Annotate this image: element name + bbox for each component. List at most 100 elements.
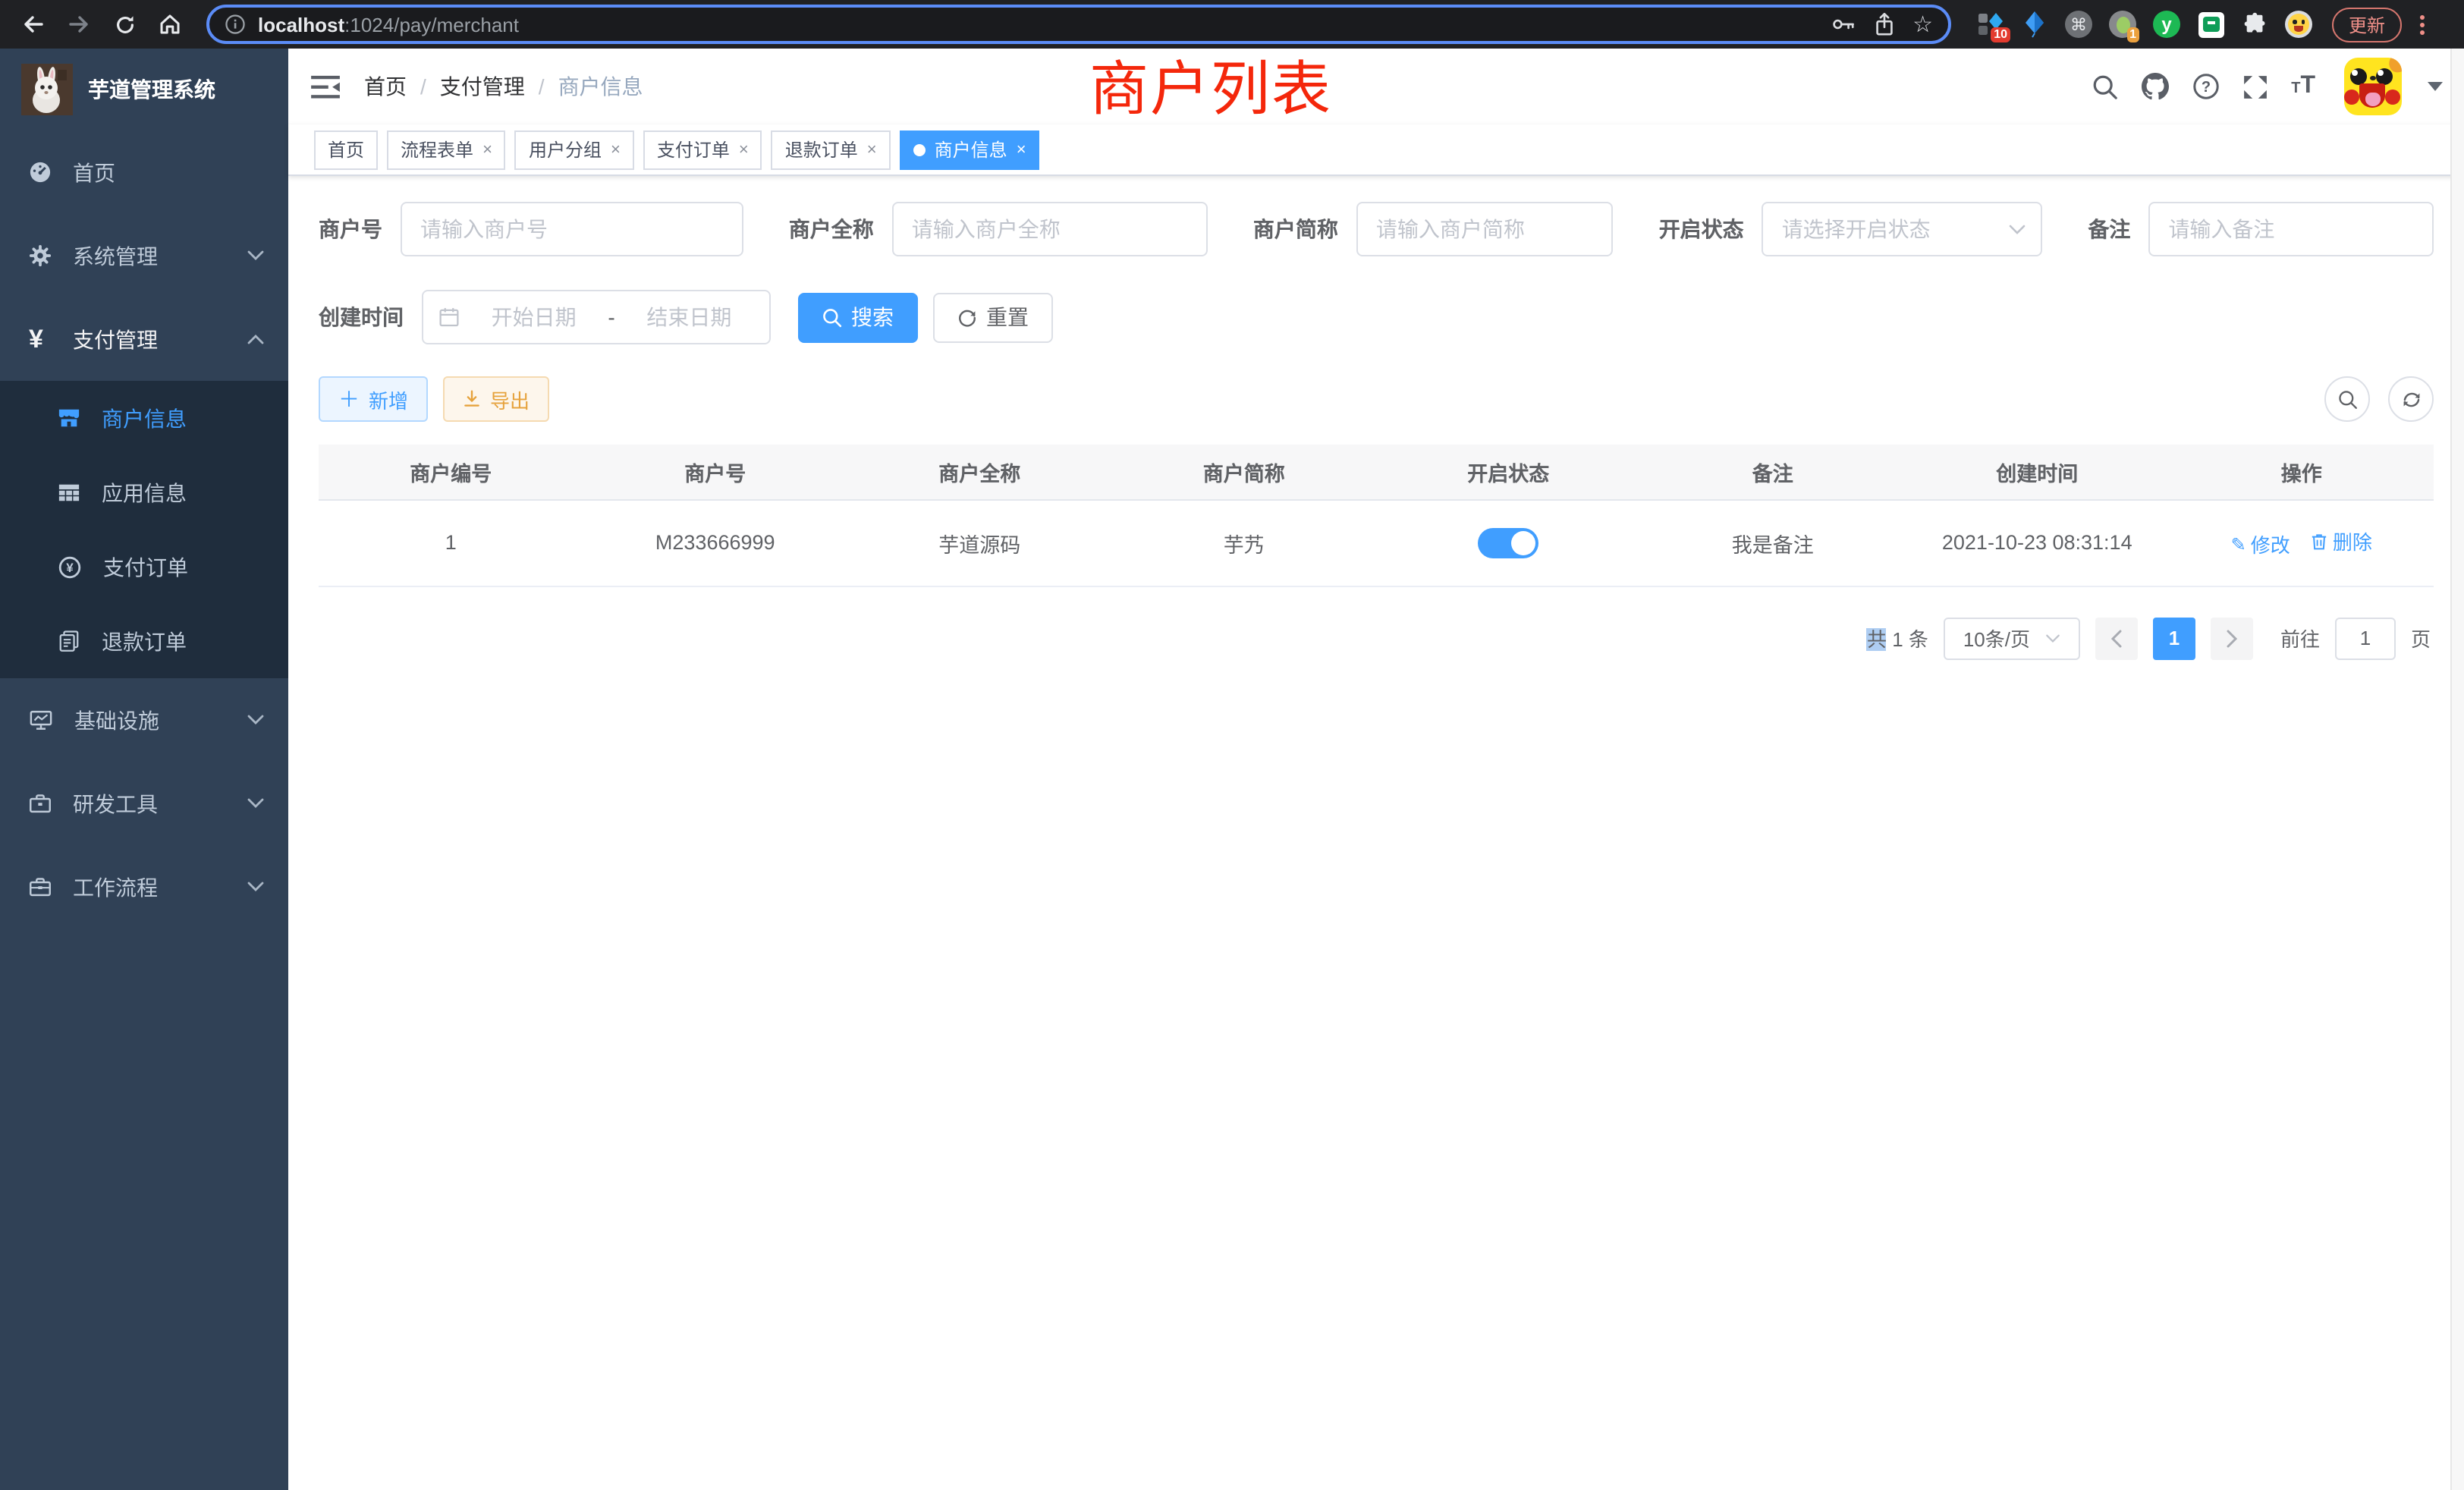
merchant-no-input[interactable] (401, 202, 743, 256)
browser-back-button[interactable] (15, 6, 52, 42)
next-page-button[interactable] (2211, 617, 2253, 659)
sidebar-item-pay[interactable]: ¥ 支付管理 (0, 297, 288, 381)
full-name-input[interactable] (892, 202, 1208, 256)
search-button[interactable]: 搜索 (798, 292, 918, 342)
breadcrumb-home[interactable]: 首页 (364, 71, 407, 102)
col-status: 开启状态 (1376, 445, 1641, 499)
extensions-puzzle-icon[interactable] (2239, 9, 2270, 39)
toolbox-icon (29, 792, 52, 815)
tags-view-bar: 首页 流程表单× 用户分组× 支付订单× 退款订单× 商户信息× (288, 124, 2464, 176)
address-bar[interactable]: localhost:1024/pay/merchant ☆ (206, 5, 1951, 44)
trash-icon (2312, 532, 2328, 550)
page-size-select[interactable]: 10条/页 (1944, 617, 2080, 659)
navbar-actions: ? TT (2092, 58, 2443, 115)
full-name-label: 商户全称 (789, 214, 874, 244)
add-button[interactable]: ＋ 新增 (319, 376, 428, 422)
reset-button[interactable]: 重置 (933, 292, 1053, 342)
sidebar-item-refund-order[interactable]: 退款订单 (0, 604, 288, 678)
font-size-icon[interactable]: TT (2291, 73, 2315, 100)
screen: localhost:1024/pay/merchant ☆ 10 ⌘ 1 (0, 0, 2464, 1490)
cell-merchant-no: M233666999 (583, 499, 848, 586)
browser-update-button[interactable]: 更新 (2332, 7, 2402, 42)
search-icon[interactable] (2092, 74, 2118, 99)
browser-reload-button[interactable] (106, 6, 143, 42)
refresh-table-button[interactable] (2388, 376, 2434, 422)
short-name-input[interactable] (1356, 202, 1614, 256)
chevron-down-icon (247, 250, 264, 261)
extension-kite-icon[interactable] (2019, 9, 2050, 39)
delete-link[interactable]: 删除 (2312, 527, 2372, 555)
annotation-merchant-list: 商户列表 (1089, 42, 1332, 127)
end-date-placeholder: 结束日期 (624, 302, 754, 332)
share-icon[interactable] (1873, 12, 1894, 36)
fullscreen-icon[interactable] (2242, 74, 2268, 99)
calendar-icon (438, 306, 460, 328)
close-icon[interactable]: × (867, 140, 877, 159)
tag-user-group[interactable]: 用户分组× (515, 130, 634, 169)
tag-refund-order[interactable]: 退款订单× (772, 130, 891, 169)
github-icon[interactable] (2141, 73, 2170, 100)
key-icon[interactable] (1831, 14, 1855, 35)
sidebar-item-merchant-info[interactable]: 商户信息 (0, 381, 288, 455)
status-select[interactable]: 请选择开启状态 (1762, 202, 2043, 256)
col-merchant-id: 商户编号 (319, 445, 583, 499)
browser-forward-button[interactable] (61, 6, 97, 42)
col-create-time: 创建时间 (1905, 445, 2170, 499)
sidebar-item-app-info[interactable]: 应用信息 (0, 455, 288, 530)
top-navbar: 首页 / 支付管理 / 商户信息 ? TT (288, 49, 2464, 124)
sidebar-item-home[interactable]: 首页 (0, 130, 288, 214)
chevron-up-icon (247, 334, 264, 344)
sidebar-item-pay-order[interactable]: ¥ 支付订单 (0, 530, 288, 604)
goto-page-input[interactable] (2335, 617, 2396, 659)
sidebar-logo[interactable]: 芋道管理系统 (0, 49, 288, 130)
user-avatar[interactable] (2344, 58, 2402, 115)
sidebar-menu: 首页 系统管理 ¥ 支付管理 商户信息 (0, 130, 288, 929)
sidebar-item-workflow[interactable]: 工作流程 (0, 845, 288, 929)
close-icon[interactable]: × (611, 140, 621, 159)
extension-recorder-icon[interactable]: 1 (2107, 9, 2138, 39)
breadcrumb: 首页 / 支付管理 / 商户信息 (364, 71, 643, 102)
chevron-down-icon (2045, 633, 2060, 643)
status-toggle[interactable] (1478, 527, 1538, 558)
sidebar-item-system[interactable]: 系统管理 (0, 214, 288, 297)
home-icon (158, 12, 182, 36)
close-icon[interactable]: × (739, 140, 749, 159)
extension-badge: 1 (2126, 27, 2139, 42)
breadcrumb-pay[interactable]: 支付管理 (440, 71, 525, 102)
export-button[interactable]: 导出 (443, 376, 549, 422)
profile-avatar-icon[interactable] (2283, 9, 2314, 39)
tag-pay-order[interactable]: 支付订单× (643, 130, 762, 169)
show-search-button[interactable] (2324, 376, 2370, 422)
extension-command-icon[interactable]: ⌘ (2063, 9, 2094, 39)
page-number-button[interactable]: 1 (2153, 617, 2195, 659)
logo-rabbit-image (21, 64, 73, 115)
extension-tiles-icon[interactable]: 10 (1975, 9, 2006, 39)
help-icon[interactable]: ? (2192, 73, 2220, 100)
goto-label: 前往 (2280, 624, 2320, 652)
pagination-total: 共 1 条 (1867, 624, 1928, 652)
cell-status (1376, 499, 1641, 586)
sidebar-item-infra[interactable]: 基础设施 (0, 678, 288, 762)
page-scrollbar[interactable] (2450, 49, 2464, 1490)
tag-merchant-info[interactable]: 商户信息× (900, 130, 1040, 169)
create-time-range-picker[interactable]: 开始日期 - 结束日期 (422, 290, 771, 344)
tag-process-form[interactable]: 流程表单× (387, 130, 506, 169)
prev-page-button[interactable] (2095, 617, 2138, 659)
close-icon[interactable]: × (482, 140, 492, 159)
avatar-caret-icon[interactable] (2428, 82, 2443, 91)
close-icon[interactable]: × (1017, 140, 1026, 159)
extension-chat-icon[interactable] (2195, 9, 2226, 39)
start-date-placeholder: 开始日期 (469, 302, 599, 332)
browser-menu-icon[interactable] (2420, 14, 2425, 34)
edit-link[interactable]: ✎修改 (2231, 530, 2290, 558)
extension-y-icon[interactable]: y (2151, 9, 2182, 39)
browser-home-button[interactable] (152, 6, 188, 42)
sidebar-item-dev-tools[interactable]: 研发工具 (0, 762, 288, 845)
hamburger-icon[interactable] (311, 74, 340, 99)
forward-icon (67, 12, 91, 36)
grid-icon (58, 481, 80, 504)
remark-input[interactable] (2148, 202, 2434, 256)
tag-home[interactable]: 首页 (314, 130, 378, 169)
info-icon[interactable] (225, 14, 246, 35)
bookmark-star-icon[interactable]: ☆ (1912, 13, 1933, 36)
